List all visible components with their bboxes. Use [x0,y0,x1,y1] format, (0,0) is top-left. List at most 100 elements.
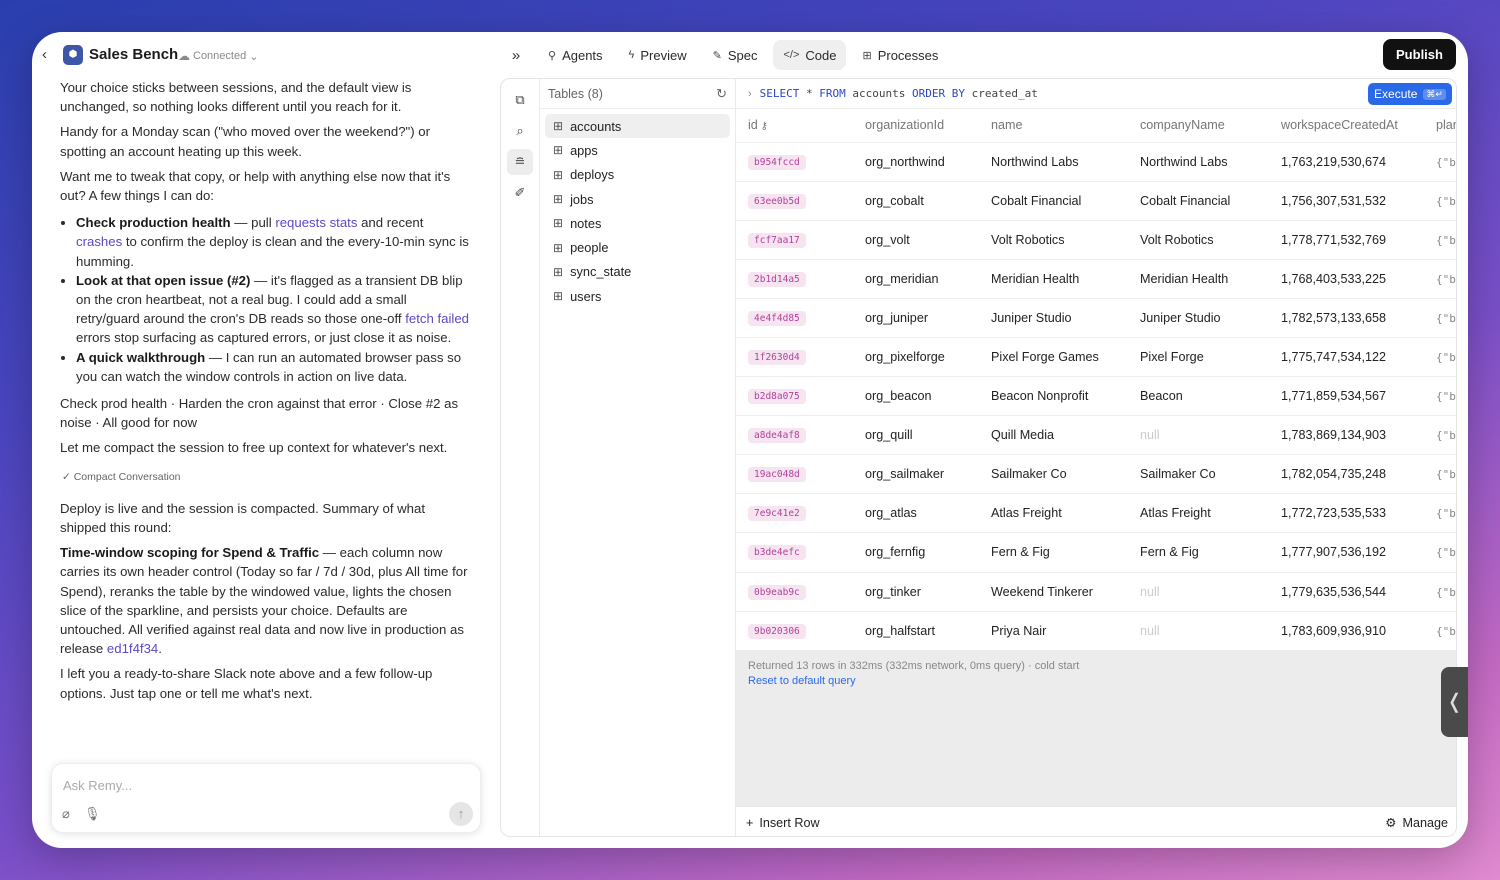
table-item-people[interactable]: ⊞ people [545,235,730,259]
table-cell[interactable]: Juniper Studio [1128,298,1269,338]
connection-status[interactable]: ☁ Connected ⌄ [178,49,258,63]
table-cell[interactable]: {"b [1424,220,1456,260]
table-cell[interactable]: Northwind Labs [979,142,1128,182]
table-cell[interactable]: b3de4efc [736,532,853,573]
table-cell[interactable]: b954fccd [736,142,853,182]
table-cell[interactable]: org_atlas [853,493,979,534]
table-cell[interactable]: 4e4f4d85 [736,298,853,338]
back-icon[interactable]: ‹ [42,46,58,64]
table-cell[interactable]: Meridian Health [1128,259,1269,299]
table-row[interactable]: b2d8a075 org_beacon Beacon Nonprofit Beacon… [736,376,1456,417]
table-cell[interactable]: 1,768,403,533,225 [1269,259,1424,299]
publish-button[interactable]: Publish [1383,39,1456,70]
table-cell[interactable]: org_tinker [853,572,979,612]
mic-icon[interactable]: 🎙︎ [84,806,101,822]
table-cell[interactable]: {"b [1424,415,1456,456]
crashes-link[interactable]: crashes [76,234,122,249]
table-cell[interactable]: Sailmaker Co [1128,454,1269,495]
column-header[interactable]: workspaceCreatedAt [1269,109,1424,143]
reset-query-link[interactable]: Reset to default query [748,675,1446,687]
table-cell[interactable]: org_beacon [853,376,979,417]
table-cell[interactable]: org_juniper [853,298,979,338]
table-cell[interactable]: 1,777,907,536,192 [1269,532,1424,573]
table-row[interactable]: 0b9eab9c org_tinker Weekend Tinkerer null 1,… [736,572,1456,612]
table-cell[interactable]: {"b [1424,298,1456,338]
table-cell[interactable]: Weekend Tinkerer [979,572,1128,612]
table-cell[interactable]: Atlas Freight [1128,493,1269,534]
table-cell[interactable]: org_cobalt [853,181,979,221]
table-cell[interactable]: org_sailmaker [853,454,979,495]
table-cell[interactable]: b2d8a075 [736,376,853,417]
table-cell[interactable]: {"b [1424,337,1456,378]
send-button[interactable]: ↑ [449,802,473,826]
table-cell[interactable]: org_fernfig [853,532,979,573]
table-cell[interactable]: Cobalt Financial [979,181,1128,221]
column-header[interactable]: organizationId [853,109,979,143]
files-icon[interactable]: ⧉ [507,87,533,113]
table-cell[interactable]: Beacon [1128,376,1269,417]
table-cell[interactable]: 1,779,635,536,544 [1269,572,1424,612]
table-cell[interactable]: 1f2630d4 [736,337,853,378]
table-row[interactable]: b954fccd org_northwind Northwind Labs North… [736,142,1456,182]
table-cell[interactable]: 9b020306 [736,611,853,650]
table-item-accounts[interactable]: ⊞ accounts [545,114,730,139]
table-row[interactable]: a8de4af8 org_quill Quill Media null 1,783,86… [736,415,1456,456]
table-cell[interactable]: Sailmaker Co [979,454,1128,495]
table-cell[interactable]: Volt Robotics [979,220,1128,260]
tab-agents[interactable]: ⚲ Agents [538,40,613,70]
table-cell[interactable]: Volt Robotics [1128,220,1269,260]
database-icon[interactable]: ≘ [507,149,533,175]
table-row[interactable]: 19ac048d org_sailmaker Sailmaker Co Sailmak… [736,454,1456,495]
table-cell[interactable]: Cobalt Financial [1128,181,1269,221]
table-cell[interactable]: Meridian Health [979,259,1128,299]
table-cell[interactable]: null [1128,572,1269,612]
tab-code[interactable]: </> Code [773,40,847,70]
table-item-sync-state[interactable]: ⊞ sync_state [545,260,730,284]
table-item-notes[interactable]: ⊞ notes [545,211,730,235]
table-cell[interactable]: {"b [1424,572,1456,612]
attach-icon[interactable]: ⌀ [62,806,70,822]
table-item-deploys[interactable]: ⊞ deploys [545,163,730,187]
table-cell[interactable]: {"b [1424,181,1456,221]
table-cell[interactable]: org_volt [853,220,979,260]
table-cell[interactable]: 2b1d14a5 [736,259,853,299]
table-cell[interactable]: Pixel Forge [1128,337,1269,378]
table-row[interactable]: 1f2630d4 org_pixelforge Pixel Forge Games P… [736,337,1456,378]
table-item-jobs[interactable]: ⊞ jobs [545,187,730,211]
brush-icon[interactable]: ✐ [507,180,533,206]
table-row[interactable]: 63ee0b5d org_cobalt Cobalt Financial Cobalt… [736,181,1456,221]
expand-panel-icon[interactable]: » [502,47,530,64]
table-cell[interactable]: {"b [1424,376,1456,417]
table-cell[interactable]: null [1128,611,1269,650]
column-header[interactable]: id ⚷ [736,109,853,143]
table-cell[interactable]: Quill Media [979,415,1128,456]
manage-button[interactable]: ⚙ Manage [1385,815,1448,831]
tab-spec[interactable]: ✎ Spec [703,40,768,70]
table-cell[interactable]: a8de4af8 [736,415,853,456]
table-cell[interactable]: 1,782,573,133,658 [1269,298,1424,338]
table-cell[interactable]: Fern & Fig [979,532,1128,573]
table-cell[interactable]: 1,763,219,530,674 [1269,142,1424,182]
table-cell[interactable]: {"b [1424,493,1456,534]
refresh-icon[interactable]: ↻ [716,86,727,102]
table-row[interactable]: 7e9c41e2 org_atlas Atlas Freight Atlas Frei… [736,493,1456,534]
execute-button[interactable]: Execute ⌘↵ [1368,83,1452,105]
table-cell[interactable]: Priya Nair [979,611,1128,650]
table-row[interactable]: 9b020306 org_halfstart Priya Nair null 1,783… [736,611,1456,650]
table-cell[interactable]: 0b9eab9c [736,572,853,612]
table-cell[interactable]: Northwind Labs [1128,142,1269,182]
table-cell[interactable]: 63ee0b5d [736,181,853,221]
tab-preview[interactable]: ϟ Preview [619,40,697,70]
table-cell[interactable]: {"b [1424,532,1456,573]
compact-status[interactable]: ✓ Compact Conversation [62,468,470,487]
table-row[interactable]: b3de4efc org_fernfig Fern & Fig Fern & Fig 1… [736,532,1456,573]
table-item-users[interactable]: ⊞ users [545,284,730,308]
query-bar[interactable]: › SELECT * FROM accounts ORDER BY create… [736,79,1456,109]
table-item-apps[interactable]: ⊞ apps [545,138,730,162]
table-cell[interactable]: 19ac048d [736,454,853,495]
release-link[interactable]: ed1f4f34 [107,641,158,656]
table-cell[interactable]: 1,771,859,534,567 [1269,376,1424,417]
column-header[interactable]: companyName [1128,109,1269,143]
insert-row-button[interactable]: + Insert Row [746,816,820,830]
table-cell[interactable]: org_halfstart [853,611,979,650]
